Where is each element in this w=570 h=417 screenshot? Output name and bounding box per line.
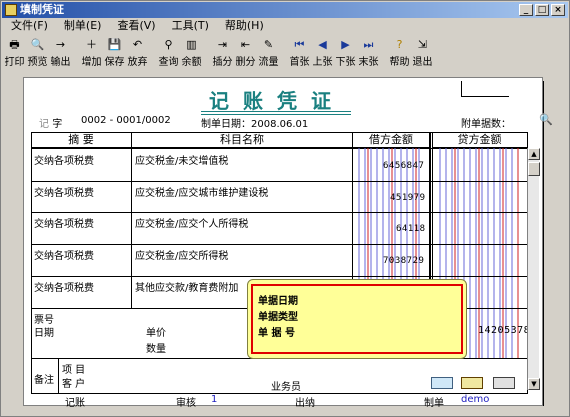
help-button[interactable]: ? 帮助 [388,36,411,68]
preview-icon: 🔍 [30,38,45,51]
note-icon[interactable] [461,377,483,389]
voucher-number-box[interactable] [461,81,509,97]
row-1-account[interactable]: 应交税金/未交增值税 [135,152,228,167]
last-button[interactable]: ⏭ 末张 [357,36,380,68]
tool-icon[interactable] [493,377,515,389]
document-type-label: 单据类型 [258,312,298,323]
save-button[interactable]: 💾 保存 [103,36,126,68]
insert-entry-button[interactable]: ⇥ 插分 [211,36,234,68]
row-1-debit[interactable]: 6456847 [383,161,424,171]
app-icon [5,4,17,16]
last-icon: ⏭ [363,38,374,51]
next-button[interactable]: ▶ 下张 [334,36,357,68]
document-date-label: 单据日期 [258,296,298,307]
column-debit: 借方金额 [353,132,429,148]
preview-button[interactable]: 🔍 预览 [26,36,49,68]
query-button[interactable]: ⚲ 查询 [157,36,180,68]
prev-icon: ◀ [318,38,327,51]
first-button[interactable]: ⏮ 首张 [288,36,311,68]
voucher-title: 记账凭证 [209,89,345,113]
maker-value: demo [461,394,490,405]
attachment-count-label: 附单据数： [461,119,511,130]
scroll-thumb[interactable] [528,162,540,176]
row-2-debit[interactable]: 451979 [390,193,426,203]
bookkeeping-label: 记账 [65,398,85,409]
menu-file[interactable]: 文件(F) [3,18,56,34]
close-button[interactable]: × [551,4,565,16]
maximize-button[interactable]: □ [535,4,549,16]
row-3-summary[interactable]: 交纳各项税费 [34,215,94,230]
help-icon: ? [396,38,403,51]
app-window: 填制凭证 _ □ × 文件(F) 制单(E) 查看(V) 工具(T) 帮助(H)… [0,0,570,417]
minimize-button[interactable]: _ [519,4,533,16]
document-info-frame: 单据日期 单据类型 单 据 号 [251,284,463,354]
insert-icon: ⇥ [217,38,228,51]
delete-entry-button[interactable]: ⇤ 删分 [234,36,257,68]
row-4-debit[interactable]: 7038729 [383,256,424,266]
scroll-up-arrow[interactable]: ▲ [528,148,540,160]
total-amount: 14205378 [478,325,531,336]
row-3-debit[interactable]: 64118 [396,224,426,234]
menu-edit[interactable]: 制单(E) [56,18,110,34]
row-5-account[interactable]: 其他应交款/教育费附加 [135,279,238,294]
maker-label: 制单 [424,398,444,409]
menu-help[interactable]: 帮助(H) [217,18,272,34]
menu-view[interactable]: 查看(V) [109,18,163,34]
export-icon: → [55,38,66,51]
voucher-date[interactable]: 制单日期：2008.06.01 [201,115,308,130]
row-1-summary[interactable]: 交纳各项税费 [34,152,94,167]
pen-icon: ✎ [263,38,274,51]
customer-label: 客 户 [62,379,86,390]
menu-bar: 文件(F) 制单(E) 查看(V) 工具(T) 帮助(H) [3,18,272,34]
balance-button[interactable]: ▥ 余额 [180,36,203,68]
audit-value: 1 [211,394,218,405]
delete-icon: ⇤ [240,38,251,51]
row-2-summary[interactable]: 交纳各项税费 [34,184,94,199]
export-button[interactable]: → 输出 [49,36,72,68]
toolbar: 🖶 打印 🔍 预览 → 输出 ＋增加 💾 保存 ↶ 放弃 ⚲ 查询 ▥ 余额 ⇥ 插分 ⇤ 删分 … [3,36,567,68]
row-2-account[interactable]: 应交税金/应交城市维护建设税 [135,184,268,199]
chart-icon: ▥ [186,38,197,51]
quantity-label: 数量 [146,344,166,355]
column-summary: 摘 要 [31,132,131,148]
add-icon: ＋ [86,38,97,51]
window-title: 填制凭证 [20,3,64,16]
exit-button[interactable]: ⇲ 退出 [411,36,434,68]
voucher-type[interactable]: 记 字 [39,115,62,130]
vertical-scrollbar[interactable]: ▲ ▼ [527,148,540,390]
row-4-account[interactable]: 应交税金/应交所得税 [135,247,228,262]
first-icon: ⏮ [294,38,305,51]
discard-button[interactable]: ↶ 放弃 [126,36,149,68]
remarks-label: 备注 [34,375,54,386]
unit-price-label: 单价 [146,328,166,339]
audit-label: 审核 [176,398,196,409]
add-button[interactable]: ＋增加 [80,36,103,68]
menu-tools[interactable]: 工具(T) [164,18,217,34]
prev-button[interactable]: ◀ 上张 [311,36,334,68]
card-icon[interactable] [431,377,453,389]
row-3-account[interactable]: 应交税金/应交个人所得税 [135,215,248,230]
scroll-down-arrow[interactable]: ▼ [528,378,540,390]
cashflow-button[interactable]: ✎ 流量 [257,36,280,68]
save-icon: 💾 [107,38,122,51]
column-credit: 贷方金额 [432,132,527,148]
next-icon: ▶ [341,38,350,51]
search-icon[interactable]: 🔍 [539,113,553,126]
exit-icon: ⇲ [417,38,428,51]
cashier-label: 出纳 [295,398,315,409]
row-5-summary[interactable]: 交纳各项税费 [34,279,94,294]
date-label: 日期 [34,328,54,339]
row-4-summary[interactable]: 交纳各项税费 [34,247,94,262]
print-button[interactable]: 🖶 打印 [3,36,26,68]
voucher-number[interactable]: 0002 - 0001/0002 [81,115,171,126]
title-bar: 填制凭证 _ □ × [2,2,568,18]
project-label: 项 目 [62,365,86,376]
document-number-label: 单 据 号 [258,328,295,339]
salesman-label: 业务员 [271,382,301,393]
print-icon: 🖶 [9,38,20,51]
undo-icon: ↶ [132,38,143,51]
column-account: 科目名称 [132,132,352,148]
binoculars-icon: ⚲ [164,38,173,51]
